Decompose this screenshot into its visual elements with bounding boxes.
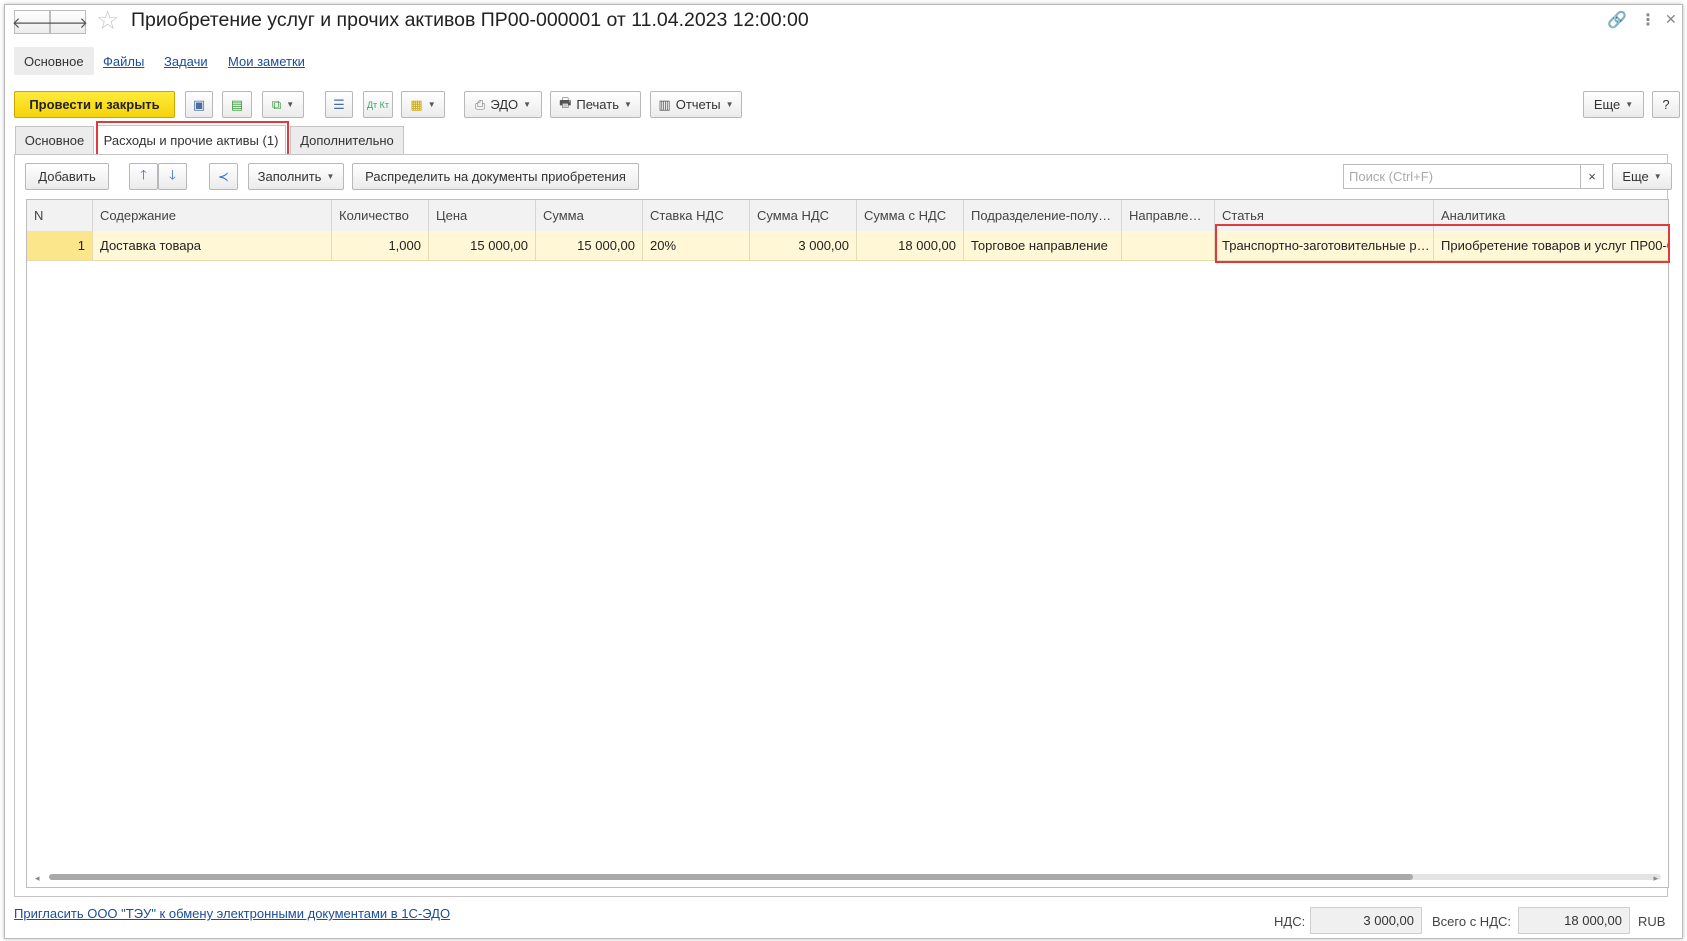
post-document-icon: ▤ (230, 96, 244, 112)
share-icon: ≺ (218, 168, 229, 184)
chevron-down-icon: ▼ (523, 100, 532, 109)
more-button[interactable]: Еще ▼ (1583, 91, 1644, 118)
printer-icon: 🖶 (559, 94, 572, 110)
cell-price[interactable]: 15 000,00 (429, 231, 536, 260)
reports-label: Отчеты (675, 97, 721, 112)
row-highlight-frame (1215, 224, 1670, 263)
chevron-down-icon: ▼ (326, 172, 335, 181)
page-title: Приобретение услуг и прочих активов ПР00… (131, 9, 809, 31)
chevron-down-icon: ▼ (1625, 100, 1634, 109)
cell-vat-sum[interactable]: 3 000,00 (750, 231, 857, 260)
section-tasks[interactable]: Задачи (164, 47, 208, 75)
cell-direction[interactable] (1122, 231, 1215, 260)
col-content[interactable]: Содержание (93, 200, 332, 231)
move-down-button[interactable]: 🡓 (158, 163, 187, 190)
chevron-down-icon: ▼ (725, 100, 734, 109)
cell-sum[interactable]: 15 000,00 (536, 231, 643, 260)
fill-button[interactable]: Заполнить ▼ (248, 163, 344, 190)
cell-sum-with-vat[interactable]: 18 000,00 (857, 231, 964, 260)
chevron-down-icon: ▼ (286, 100, 295, 109)
cell-n[interactable]: 1 (27, 231, 93, 260)
post-and-close-button[interactable]: Провести и закрыть (14, 91, 175, 118)
arrow-right-icon: 🡒 (47, 14, 89, 32)
move-up-button[interactable]: 🡑 (129, 163, 158, 190)
chevron-down-icon: ▼ (623, 100, 632, 109)
journal-icon: ☰ (333, 96, 345, 112)
arrow-left-icon: 🡐 (11, 14, 53, 32)
scrollbar-thumb[interactable] (49, 874, 1413, 880)
col-sum[interactable]: Сумма (536, 200, 643, 231)
report-icon: ▥ (658, 96, 671, 112)
edo-label: ЭДО (490, 97, 519, 112)
save-button[interactable]: ▣ (185, 91, 213, 118)
expenses-table: N Содержание Количество Цена Сумма Ставк… (26, 199, 1669, 888)
split-button[interactable]: ≺ (209, 163, 238, 190)
scroll-right-icon[interactable]: ▸ (1653, 873, 1658, 884)
col-direction[interactable]: Направле… (1122, 200, 1215, 231)
tab-additional[interactable]: Дополнительно (290, 126, 404, 154)
vat-label: НДС: (1274, 914, 1306, 929)
attachment-icon: ▦ (410, 96, 423, 112)
invite-edo-link[interactable]: Пригласить ООО "ТЭУ" к обмену электронны… (14, 906, 450, 921)
col-sum-with-vat[interactable]: Сумма с НДС (857, 200, 964, 231)
arrow-up-icon: 🡑 (140, 166, 147, 182)
arrow-down-icon: 🡓 (169, 166, 176, 182)
post-button[interactable]: ▤ (222, 91, 252, 118)
horizontal-scrollbar[interactable] (49, 874, 1661, 880)
search-input[interactable]: Поиск (Ctrl+F) (1343, 164, 1604, 189)
col-vat-rate[interactable]: Ставка НДС (643, 200, 750, 231)
help-button[interactable]: ? (1652, 91, 1680, 118)
total-label: Всего с НДС: (1432, 914, 1512, 929)
more-label: Еще (1593, 97, 1621, 112)
cell-division[interactable]: Торговое направление (964, 231, 1122, 260)
edo-button[interactable]: ⎙ ЭДО ▼ (464, 91, 542, 118)
currency-label: RUB (1638, 914, 1666, 929)
chevron-down-icon: ▼ (1653, 172, 1662, 181)
print-label: Печать (576, 97, 619, 112)
save-icon: ▣ (192, 96, 206, 112)
back-button[interactable]: 🡐 (11, 10, 53, 34)
distribute-button[interactable]: Распределить на документы приобретения (352, 163, 639, 190)
cell-content[interactable]: Доставка товара (93, 231, 332, 260)
cell-qty[interactable]: 1,000 (332, 231, 429, 260)
cell-vat-rate[interactable]: 20% (643, 231, 750, 260)
total-with-vat-field: 18 000,00 (1518, 907, 1630, 934)
add-row-button[interactable]: Добавить (25, 163, 109, 190)
col-n[interactable]: N (27, 200, 93, 231)
section-notes[interactable]: Мои заметки (228, 47, 305, 75)
clear-search-icon[interactable]: × (1580, 164, 1604, 189)
create-based-icon: ⧉ (271, 96, 282, 112)
edo-icon: ⎙ (474, 96, 486, 112)
attachments-button[interactable]: ▦ ▼ (401, 91, 445, 118)
dt-kt-icon: Дт Кт (366, 99, 390, 110)
tab-main[interactable]: Основное (15, 126, 94, 154)
section-main[interactable]: Основное (14, 47, 94, 75)
col-price[interactable]: Цена (429, 200, 536, 231)
journal-button[interactable]: ☰ (325, 91, 353, 118)
kebab-menu-icon[interactable]: ⋮ (1640, 10, 1656, 30)
scroll-left-icon[interactable]: ◂ (35, 873, 40, 884)
vat-total-field: 3 000,00 (1310, 907, 1422, 934)
favorite-star-icon[interactable]: ☆ (96, 5, 119, 36)
forward-button[interactable]: 🡒 (47, 10, 89, 34)
create-based-on-button[interactable]: ⧉ ▼ (262, 91, 304, 118)
reports-button[interactable]: ▥ Отчеты ▼ (650, 91, 742, 118)
col-qty[interactable]: Количество (332, 200, 429, 231)
link-icon[interactable]: 🔗 (1607, 10, 1627, 30)
table-more-label: Еще (1622, 169, 1649, 184)
col-vat-sum[interactable]: Сумма НДС (750, 200, 857, 231)
fill-label: Заполнить (257, 169, 322, 184)
dt-kt-button[interactable]: Дт Кт (363, 91, 393, 118)
print-button[interactable]: 🖶 Печать ▼ (550, 91, 641, 118)
chevron-down-icon: ▼ (427, 100, 436, 109)
col-division[interactable]: Подразделение-полу… (964, 200, 1122, 231)
close-icon[interactable]: ✕ (1665, 11, 1677, 28)
section-files[interactable]: Файлы (103, 47, 144, 75)
table-more-button[interactable]: Еще ▼ (1612, 163, 1672, 190)
